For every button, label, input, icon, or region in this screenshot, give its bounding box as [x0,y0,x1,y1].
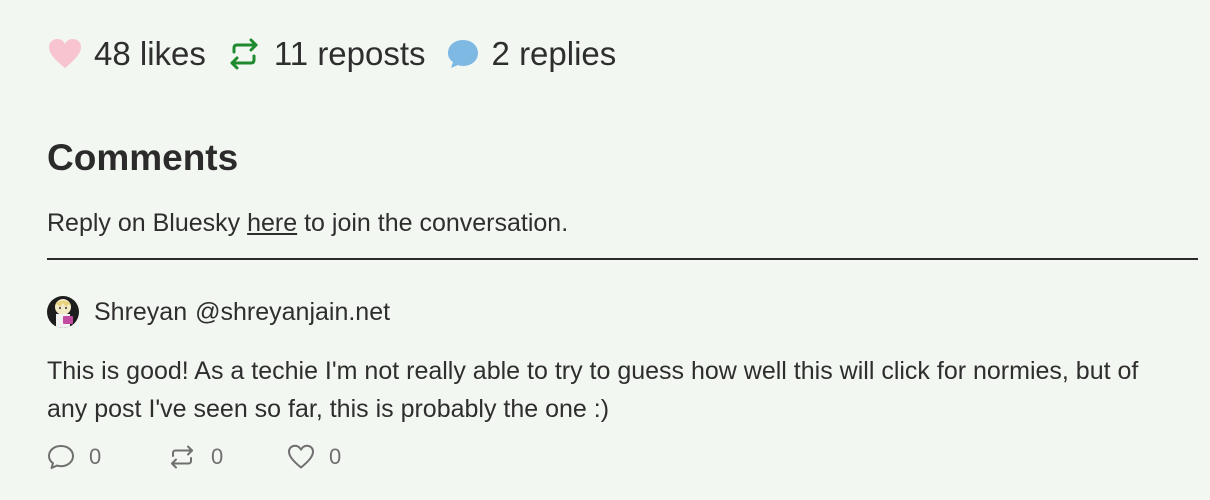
likes-stat: 48 likes [48,35,206,73]
comments-heading: Comments [47,137,239,178]
speech-bubble-icon [446,38,480,70]
comment-repost-count: 0 [211,444,224,469]
avatar[interactable] [47,296,79,328]
comment-body: This is good! As a techie I'm not really… [47,357,1139,423]
repost-icon [167,444,197,470]
comment-header: Shreyan @shreyanjain.net [47,296,390,328]
reply-prompt-prefix: Reply on Bluesky [47,209,248,237]
comments-divider [47,258,1198,260]
comment-author-handle[interactable]: @shreyanjain.net [195,298,390,327]
repost-icon [226,38,262,70]
comment-author-name[interactable]: Shreyan [94,298,187,327]
comment-repost-button[interactable]: 0 [167,444,287,470]
comment-reply-count: 0 [89,444,102,469]
likes-count: 48 likes [94,35,206,72]
reply-prompt: Reply on Bluesky here to join the conver… [47,207,568,239]
comment-icon [47,444,75,470]
comment-like-button[interactable]: 0 [287,444,407,470]
comment-reply-button[interactable]: 0 [47,444,167,470]
replies-stat: 2 replies [446,35,617,73]
replies-count: 2 replies [491,35,617,72]
heart-icon [48,38,82,70]
heart-outline-icon [287,444,315,470]
reposts-count: 11 reposts [273,35,426,72]
comment-like-count: 0 [329,444,342,469]
post-stats: 48 likes 11 reposts 2 replies [48,30,636,78]
reply-on-bluesky-link[interactable]: here [247,209,297,237]
reposts-stat: 11 reposts [226,35,426,73]
reply-prompt-suffix: to join the conversation. [297,209,569,237]
comment-actions: 0 0 0 [47,444,407,470]
